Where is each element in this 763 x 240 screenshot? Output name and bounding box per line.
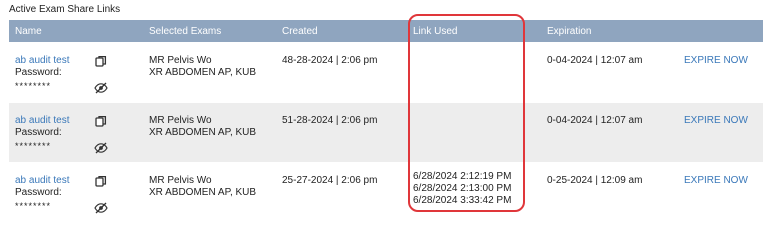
link-used-timestamp: 6/28/2024 2:13:00 PM	[413, 183, 512, 194]
exam-item: MR Pelvis Wo	[149, 55, 212, 66]
exam-item: XR ABDOMEN AP, KUB	[149, 127, 257, 138]
table-row: ab audit test Password: ******** MR Pelv…	[9, 103, 763, 162]
table-row: ab audit test Password: ******** MR Pelv…	[9, 43, 763, 102]
share-name-link[interactable]: ab audit test	[15, 55, 69, 67]
expire-now-button[interactable]: EXPIRE NOW	[684, 55, 748, 67]
link-used-timestamp: 6/28/2024 2:12:19 PM	[413, 171, 512, 182]
copy-icon[interactable]	[95, 55, 107, 67]
expire-now-button[interactable]: EXPIRE NOW	[684, 115, 748, 127]
exam-item: MR Pelvis Wo	[149, 175, 212, 186]
exam-item: MR Pelvis Wo	[149, 115, 212, 126]
copy-icon[interactable]	[95, 115, 107, 127]
column-header-name: Name	[15, 26, 42, 37]
expiration-date: 0-25-2024 | 12:09 am	[547, 175, 643, 186]
share-name-link[interactable]: ab audit test	[15, 175, 69, 187]
created-date: 51-28-2024 | 2:06 pm	[282, 115, 378, 126]
column-header-expiration: Expiration	[547, 26, 592, 37]
password-label: Password:	[15, 127, 62, 138]
created-date: 25-27-2024 | 2:06 pm	[282, 175, 378, 186]
password-mask: ********	[15, 201, 52, 211]
copy-icon[interactable]	[95, 175, 107, 187]
column-header-created: Created	[282, 26, 318, 37]
link-used-timestamp: 6/28/2024 3:33:42 PM	[413, 195, 512, 206]
password-mask: ********	[15, 141, 52, 151]
column-header-selected-exams: Selected Exams	[149, 26, 222, 37]
eye-slash-icon[interactable]	[94, 202, 108, 214]
created-date: 48-28-2024 | 2:06 pm	[282, 55, 378, 66]
password-label: Password:	[15, 67, 62, 78]
section-title: Active Exam Share Links	[9, 4, 121, 15]
share-name-link[interactable]: ab audit test	[15, 115, 69, 127]
column-header-link-used: Link Used	[413, 26, 458, 37]
expiration-date: 0-04-2024 | 12:07 am	[547, 115, 643, 126]
table-header: Name Selected Exams Created Link Used Ex…	[9, 20, 763, 42]
table-row: ab audit test Password: ******** MR Pelv…	[9, 163, 763, 218]
eye-slash-icon[interactable]	[94, 142, 108, 154]
expire-now-button[interactable]: EXPIRE NOW	[684, 175, 748, 187]
eye-slash-icon[interactable]	[94, 82, 108, 94]
exam-item: XR ABDOMEN AP, KUB	[149, 67, 257, 78]
password-label: Password:	[15, 187, 62, 198]
expiration-date: 0-04-2024 | 12:07 am	[547, 55, 643, 66]
exam-item: XR ABDOMEN AP, KUB	[149, 187, 257, 198]
password-mask: ********	[15, 81, 52, 91]
